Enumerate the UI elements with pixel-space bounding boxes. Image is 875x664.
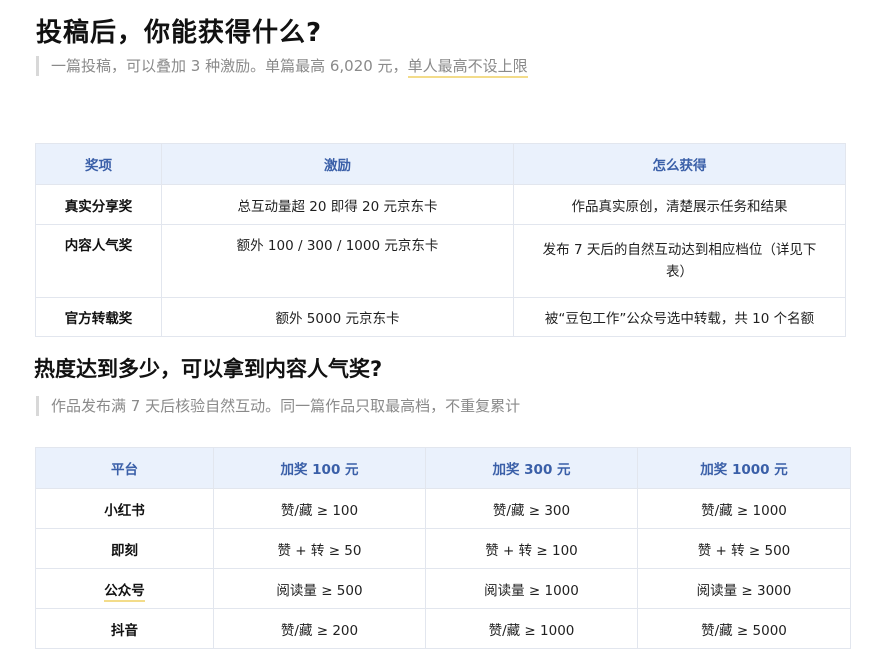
section2-note: 作品发布满 7 天后核验自然互动。同一篇作品只取最高档，不重复累计 <box>36 396 520 416</box>
header-how: 怎么获得 <box>513 143 846 185</box>
table-row: 小红书 赞/藏 ≥ 100 赞/藏 ≥ 300 赞/藏 ≥ 1000 <box>35 488 851 529</box>
tier-300-value: 赞/藏 ≥ 1000 <box>425 608 638 649</box>
platform-name-cell: 公众号 <box>35 568 214 609</box>
award-how: 发布 7 天后的自然互动达到相应档位（详见下表） <box>513 224 846 298</box>
tier-300-value: 赞/藏 ≥ 300 <box>425 488 638 529</box>
award-name: 官方转载奖 <box>35 297 162 337</box>
tier-300-value: 赞 + 转 ≥ 100 <box>425 528 638 569</box>
tier-1000-value: 赞 + 转 ≥ 500 <box>637 528 851 569</box>
popularity-table: 平台 加奖 100 元 加奖 300 元 加奖 1000 元 小红书 赞/藏 ≥… <box>35 447 851 649</box>
table-row: 官方转载奖 额外 5000 元京东卡 被“豆包工作”公众号选中转载，共 10 个… <box>35 297 846 337</box>
table-row: 公众号 阅读量 ≥ 500 阅读量 ≥ 1000 阅读量 ≥ 3000 <box>35 568 851 609</box>
rewards-table: 奖项 激励 怎么获得 真实分享奖 总互动量超 20 即得 20 元京东卡 作品真… <box>35 143 846 337</box>
award-how: 作品真实原创，清楚展示任务和结果 <box>513 184 846 225</box>
tier-300-value: 阅读量 ≥ 1000 <box>425 568 638 609</box>
tier-100-value: 赞 + 转 ≥ 50 <box>213 528 426 569</box>
section1-note: 一篇投稿，可以叠加 3 种激励。单篇最高 6,020 元，单人最高不设上限 <box>36 56 528 78</box>
table-row: 抖音 赞/藏 ≥ 200 赞/藏 ≥ 1000 赞/藏 ≥ 5000 <box>35 608 851 649</box>
table-row: 内容人气奖 额外 100 / 300 / 1000 元京东卡 发布 7 天后的自… <box>35 224 846 298</box>
table-header-row: 奖项 激励 怎么获得 <box>35 143 846 185</box>
note-text: 一篇投稿，可以叠加 3 种激励。单篇最高 6,020 元， <box>51 57 408 75</box>
header-tier-300: 加奖 300 元 <box>425 447 638 489</box>
table-row: 真实分享奖 总互动量超 20 即得 20 元京东卡 作品真实原创，清楚展示任务和… <box>35 184 846 225</box>
header-award: 奖项 <box>35 143 162 185</box>
award-reward: 额外 100 / 300 / 1000 元京东卡 <box>161 224 514 298</box>
tier-100-value: 赞/藏 ≥ 200 <box>213 608 426 649</box>
platform-name: 小红书 <box>35 488 214 529</box>
header-tier-100: 加奖 100 元 <box>213 447 426 489</box>
award-name: 内容人气奖 <box>35 224 162 298</box>
award-name: 真实分享奖 <box>35 184 162 225</box>
tier-100-value: 赞/藏 ≥ 100 <box>213 488 426 529</box>
table-row: 即刻 赞 + 转 ≥ 50 赞 + 转 ≥ 100 赞 + 转 ≥ 500 <box>35 528 851 569</box>
award-reward: 额外 5000 元京东卡 <box>161 297 514 337</box>
section1-title: 投稿后，你能获得什么? <box>36 18 323 48</box>
tier-1000-value: 阅读量 ≥ 3000 <box>637 568 851 609</box>
section2-title: 热度达到多少，可以拿到内容人气奖? <box>34 357 383 381</box>
award-reward: 总互动量超 20 即得 20 元京东卡 <box>161 184 514 225</box>
note-highlight: 单人最高不设上限 <box>407 57 528 78</box>
header-platform: 平台 <box>35 447 214 489</box>
platform-name: 公众号 <box>104 582 145 602</box>
award-how: 被“豆包工作”公众号选中转载，共 10 个名额 <box>513 297 846 337</box>
tier-1000-value: 赞/藏 ≥ 1000 <box>637 488 851 529</box>
platform-name: 即刻 <box>35 528 214 569</box>
tier-1000-value: 赞/藏 ≥ 5000 <box>637 608 851 649</box>
platform-name: 抖音 <box>35 608 214 649</box>
header-reward: 激励 <box>161 143 514 185</box>
tier-100-value: 阅读量 ≥ 500 <box>213 568 426 609</box>
header-tier-1000: 加奖 1000 元 <box>637 447 851 489</box>
table-header-row: 平台 加奖 100 元 加奖 300 元 加奖 1000 元 <box>35 447 851 489</box>
